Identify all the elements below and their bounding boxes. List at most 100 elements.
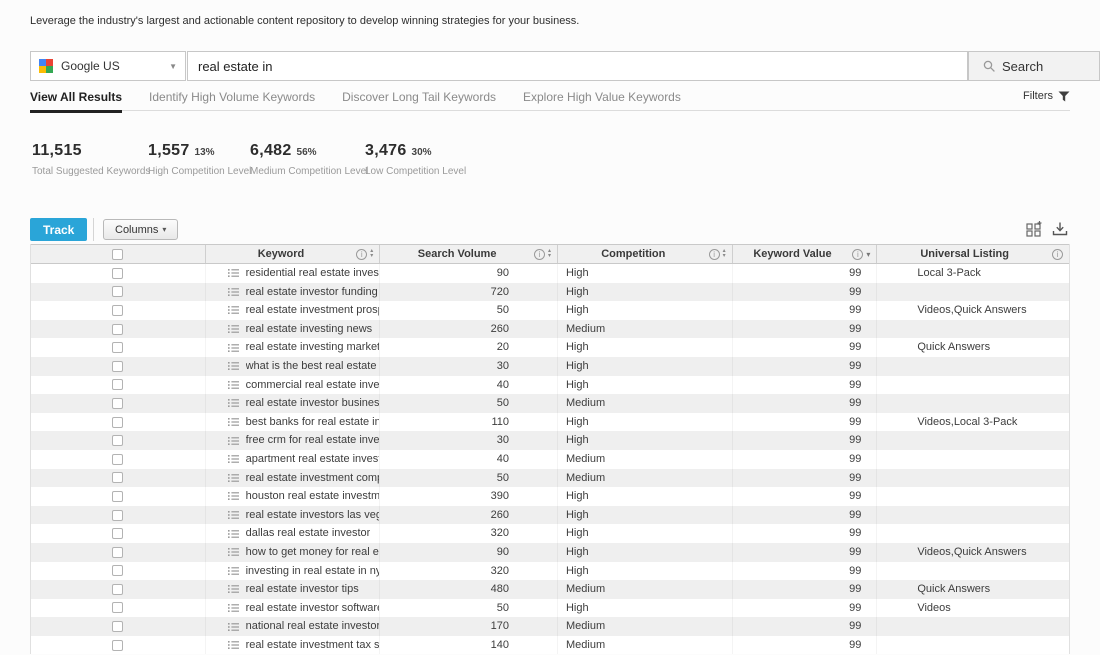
columns-dropdown-button[interactable]: Columns ▾ bbox=[103, 219, 178, 240]
track-button[interactable]: Track bbox=[30, 218, 87, 241]
row-checkbox[interactable] bbox=[112, 435, 123, 446]
keyword-search-input[interactable] bbox=[187, 51, 968, 81]
keyword-text[interactable]: real estate investment prospectus bbox=[246, 301, 380, 320]
search-button[interactable]: Search bbox=[968, 51, 1100, 81]
row-checkbox[interactable] bbox=[112, 565, 123, 576]
row-checkbox[interactable] bbox=[112, 324, 123, 335]
row-checkbox[interactable] bbox=[112, 640, 123, 651]
keyword-text[interactable]: apartment real estate investing bbox=[246, 450, 380, 469]
add-to-list-icon[interactable] bbox=[228, 529, 239, 539]
column-header-search-volume[interactable]: Search Volume i ▴▾ bbox=[380, 245, 558, 263]
keyword-text[interactable]: real estate investors las vegas bbox=[246, 506, 380, 525]
keyword-text[interactable]: national real estate investor associati bbox=[246, 617, 380, 636]
keyword-cell: real estate investing marketing plan bbox=[206, 338, 381, 357]
keyword-text[interactable]: real estate investing marketing plan bbox=[246, 338, 380, 357]
row-checkbox[interactable] bbox=[112, 510, 123, 521]
results-tabs: View All Results Identify High Volume Ke… bbox=[30, 90, 1070, 111]
add-to-list-icon[interactable] bbox=[228, 398, 239, 408]
keyword-text[interactable]: real estate investor tips bbox=[246, 580, 359, 599]
add-to-list-icon[interactable] bbox=[228, 603, 239, 613]
tab-view-all-results[interactable]: View All Results bbox=[30, 90, 122, 113]
add-to-group-icon[interactable] bbox=[1026, 221, 1042, 237]
add-to-list-icon[interactable] bbox=[228, 305, 239, 315]
row-select-cell bbox=[31, 506, 206, 525]
universal-listing-cell: Videos,Quick Answers bbox=[877, 543, 1069, 562]
row-checkbox[interactable] bbox=[112, 268, 123, 279]
column-header-keyword-value[interactable]: Keyword Value i ▾ bbox=[733, 245, 878, 263]
add-to-list-icon[interactable] bbox=[228, 622, 239, 632]
keyword-text[interactable]: real estate investor software downloa bbox=[246, 599, 380, 618]
stat-percent: 56% bbox=[297, 147, 317, 158]
column-header-competition[interactable]: Competition i ▴▾ bbox=[558, 245, 733, 263]
row-checkbox[interactable] bbox=[112, 454, 123, 465]
keyword-text[interactable]: real estate investment tax strategies bbox=[246, 636, 380, 655]
row-checkbox[interactable] bbox=[112, 305, 123, 316]
sort-icon[interactable]: ▴▾ bbox=[548, 249, 551, 259]
keyword-text[interactable]: best banks for real estate investors bbox=[246, 413, 380, 432]
row-checkbox[interactable] bbox=[112, 621, 123, 632]
add-to-list-icon[interactable] bbox=[228, 566, 239, 576]
sort-desc-icon[interactable]: ▾ bbox=[866, 250, 870, 259]
keyword-text[interactable]: how to get money for real estate inve bbox=[246, 543, 380, 562]
keyword-text[interactable]: houston real estate investment bbox=[246, 487, 380, 506]
row-checkbox[interactable] bbox=[112, 602, 123, 613]
add-to-list-icon[interactable] bbox=[228, 324, 239, 334]
tab-explore-high-value[interactable]: Explore High Value Keywords bbox=[523, 90, 681, 110]
row-checkbox[interactable] bbox=[112, 547, 123, 558]
add-to-list-icon[interactable] bbox=[228, 584, 239, 594]
add-to-list-icon[interactable] bbox=[228, 343, 239, 353]
add-to-list-icon[interactable] bbox=[228, 287, 239, 297]
keyword-text[interactable]: dallas real estate investor bbox=[246, 524, 371, 543]
keyword-cell: dallas real estate investor bbox=[206, 524, 381, 543]
row-checkbox[interactable] bbox=[112, 398, 123, 409]
info-icon[interactable]: i bbox=[852, 249, 863, 260]
info-icon[interactable]: i bbox=[1052, 249, 1063, 260]
row-checkbox[interactable] bbox=[112, 286, 123, 297]
add-to-list-icon[interactable] bbox=[228, 268, 239, 278]
info-icon[interactable]: i bbox=[356, 249, 367, 260]
keyword-text[interactable]: real estate investing news bbox=[246, 320, 373, 339]
keyword-text[interactable]: real estate investor funding bbox=[246, 283, 378, 302]
stat-high-competition: 1,557 13% High Competition Level bbox=[148, 142, 251, 177]
info-icon[interactable]: i bbox=[709, 249, 720, 260]
select-all-checkbox[interactable] bbox=[112, 249, 123, 260]
keyword-text[interactable]: commercial real estate investment co bbox=[246, 376, 380, 395]
row-checkbox[interactable] bbox=[112, 472, 123, 483]
add-to-list-icon[interactable] bbox=[228, 510, 239, 520]
add-to-list-icon[interactable] bbox=[228, 640, 239, 650]
add-to-list-icon[interactable] bbox=[228, 436, 239, 446]
keyword-text[interactable]: residential real estate investment con bbox=[246, 264, 380, 283]
keyword-text[interactable]: free crm for real estate investors bbox=[246, 431, 380, 450]
search-engine-select[interactable]: Google US ▼ bbox=[30, 51, 186, 81]
row-checkbox[interactable] bbox=[112, 379, 123, 390]
tab-discover-long-tail[interactable]: Discover Long Tail Keywords bbox=[342, 90, 496, 110]
add-to-list-icon[interactable] bbox=[228, 454, 239, 464]
add-to-list-icon[interactable] bbox=[228, 417, 239, 427]
row-checkbox[interactable] bbox=[112, 417, 123, 428]
info-icon[interactable]: i bbox=[534, 249, 545, 260]
sort-icon[interactable]: ▴▾ bbox=[370, 249, 373, 259]
download-icon[interactable] bbox=[1052, 221, 1068, 237]
row-checkbox[interactable] bbox=[112, 584, 123, 595]
keyword-text[interactable]: what is the best real estate investmer bbox=[246, 357, 380, 376]
tab-identify-high-volume[interactable]: Identify High Volume Keywords bbox=[149, 90, 315, 110]
add-to-list-icon[interactable] bbox=[228, 361, 239, 371]
row-checkbox[interactable] bbox=[112, 342, 123, 353]
column-header-keyword[interactable]: Keyword i ▴▾ bbox=[206, 245, 381, 263]
column-header-universal-listing[interactable]: Universal Listing i bbox=[877, 245, 1069, 263]
keyword-text[interactable]: investing in real estate in nyc bbox=[246, 562, 380, 581]
filters-label: Filters bbox=[1023, 90, 1053, 102]
add-to-list-icon[interactable] bbox=[228, 491, 239, 501]
add-to-list-icon[interactable] bbox=[228, 473, 239, 483]
add-to-list-icon[interactable] bbox=[228, 547, 239, 557]
chevron-down-icon: ▼ bbox=[169, 62, 177, 71]
row-checkbox[interactable] bbox=[112, 361, 123, 372]
keyword-text[interactable]: real estate investment companies san bbox=[246, 469, 380, 488]
add-to-list-icon[interactable] bbox=[228, 380, 239, 390]
row-checkbox[interactable] bbox=[112, 491, 123, 502]
sort-icon[interactable]: ▴▾ bbox=[723, 249, 726, 259]
keyword-text[interactable]: real estate investor business plan pdf bbox=[246, 394, 380, 413]
filters-button[interactable]: Filters bbox=[1023, 90, 1070, 102]
row-checkbox[interactable] bbox=[112, 528, 123, 539]
row-select-cell bbox=[31, 301, 206, 320]
